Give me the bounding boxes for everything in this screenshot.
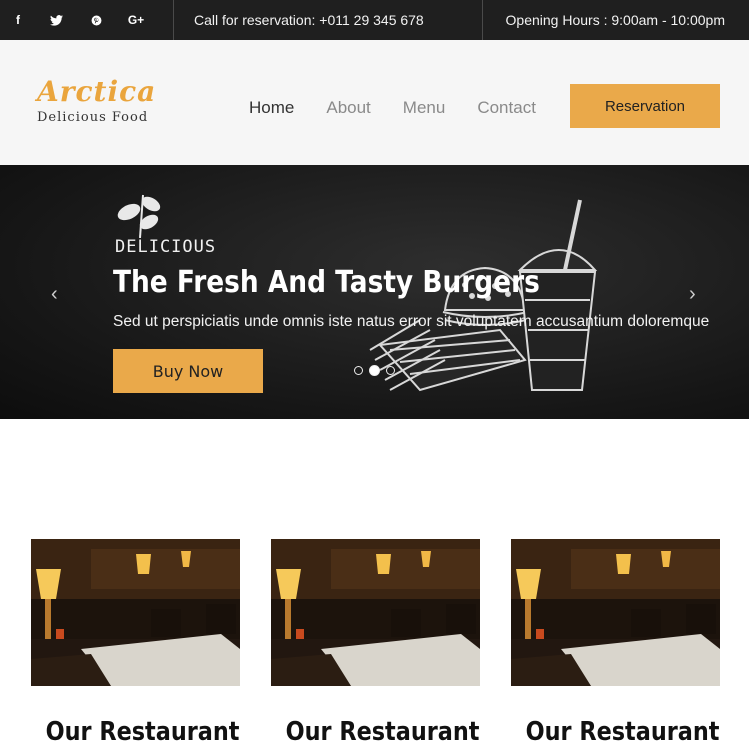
buy-now-button[interactable]: Buy Now <box>113 349 263 393</box>
topbar-divider <box>482 0 483 40</box>
restaurant-card[interactable]: Our Restaurant <box>31 539 240 747</box>
burger-drink-illustration <box>369 199 598 392</box>
restaurant-image[interactable] <box>271 539 480 686</box>
nav-item-menu[interactable]: Menu <box>403 98 446 118</box>
logo[interactable]: Arctica Delicious Food <box>37 75 157 126</box>
prev-slide-icon[interactable]: ‹ <box>51 283 58 306</box>
slider-dots <box>354 365 395 376</box>
restaurant-image[interactable] <box>31 539 240 686</box>
nav-item-contact[interactable]: Contact <box>477 98 536 118</box>
twitter-icon[interactable] <box>36 0 76 40</box>
card-title: Our Restaurant <box>45 717 240 747</box>
topbar-divider <box>173 0 174 40</box>
google-plus-icon[interactable]: G+ <box>116 0 156 40</box>
nav-item-home[interactable]: Home <box>249 98 294 118</box>
hero-description: Sed ut perspiciatis unde omnis iste natu… <box>113 313 710 330</box>
card-title: Our Restaurant <box>525 717 720 747</box>
restaurant-image[interactable] <box>511 539 720 686</box>
hero-kicker: DELICIOUS <box>115 237 217 257</box>
restaurant-card[interactable]: Our Restaurant <box>271 539 480 747</box>
slider-dot-1[interactable] <box>354 366 363 375</box>
herb-icon <box>117 194 161 238</box>
reservation-phone: Call for reservation: +011 29 345 678 <box>194 12 424 28</box>
card-title: Our Restaurant <box>285 717 480 747</box>
main-nav: Home About Menu Contact <box>249 98 568 118</box>
pinterest-icon[interactable] <box>76 0 116 40</box>
reservation-button[interactable]: Reservation <box>570 84 720 128</box>
opening-hours: Opening Hours : 9:00am - 10:00pm <box>505 12 725 28</box>
slider-dot-3[interactable] <box>386 366 395 375</box>
hero-slider: DELICIOUS The Fresh And Tasty Burgers Se… <box>0 165 749 419</box>
site-header: Arctica Delicious Food Home About Menu C… <box>0 40 749 165</box>
top-bar: f G+ Call for reservation: +011 29 345 6… <box>0 0 749 40</box>
slider-dot-2[interactable] <box>369 365 380 376</box>
social-links: f G+ <box>0 0 174 40</box>
hero-title: The Fresh And Tasty Burgers <box>113 265 540 300</box>
logo-subtitle: Delicious Food <box>37 110 149 125</box>
next-slide-icon[interactable]: › <box>689 283 696 306</box>
nav-item-about[interactable]: About <box>326 98 370 118</box>
restaurant-card[interactable]: Our Restaurant <box>511 539 720 747</box>
logo-title: Arctica <box>37 75 157 108</box>
facebook-icon[interactable]: f <box>0 0 36 40</box>
